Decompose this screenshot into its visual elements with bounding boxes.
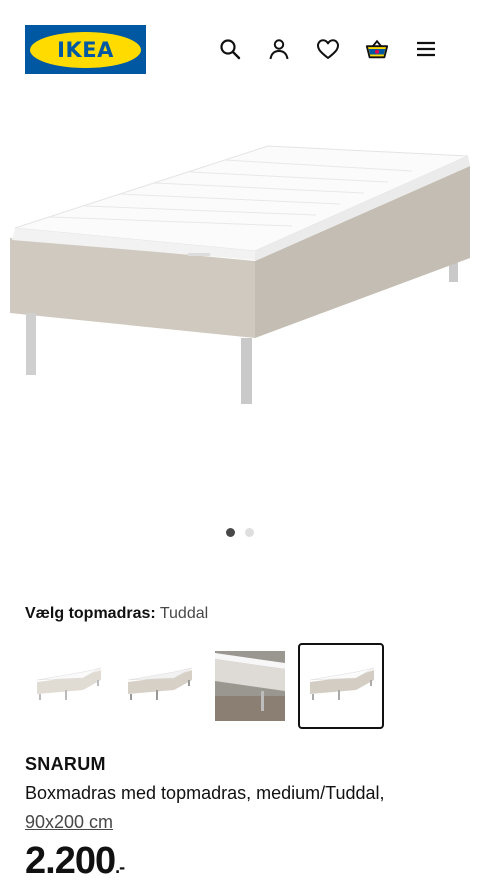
product-size-link[interactable]: 90x200 cm — [25, 812, 113, 833]
option-label: Vælg topmadras: Tuddal — [25, 605, 208, 623]
product-description: Boxmadras med topmadras, medium/Tuddal, — [25, 783, 385, 803]
logo-text: IKEA — [57, 37, 114, 62]
thumbnail-option-2[interactable] — [116, 643, 202, 729]
site-header: IKEA — [0, 0, 480, 100]
ikea-logo[interactable]: IKEA — [25, 25, 146, 74]
account-icon[interactable] — [267, 36, 291, 62]
thumbnail-option-3[interactable] — [207, 643, 293, 729]
option-thumbnails — [25, 643, 389, 729]
price-value: 2.200 — [25, 840, 116, 882]
logo-oval: IKEA — [30, 31, 141, 68]
carousel-dot[interactable] — [226, 528, 235, 537]
product-image[interactable] — [0, 108, 480, 508]
menu-icon[interactable] — [414, 36, 438, 62]
basket-icon[interactable] — [365, 36, 389, 62]
option-label-title: Vælg topmadras: — [25, 605, 156, 622]
thumbnail-option-1[interactable] — [25, 643, 111, 729]
search-icon[interactable] — [218, 36, 242, 62]
header-icons — [218, 36, 438, 62]
heart-icon[interactable] — [316, 36, 340, 62]
thumbnail-option-4-selected[interactable] — [298, 643, 384, 729]
carousel-dots — [0, 528, 480, 537]
price-suffix: .- — [115, 857, 125, 877]
carousel-dot[interactable] — [245, 528, 254, 537]
option-label-value: Tuddal — [159, 605, 209, 622]
product-name: SNARUM — [25, 754, 106, 774]
product-price: 2.200.- — [25, 840, 125, 883]
